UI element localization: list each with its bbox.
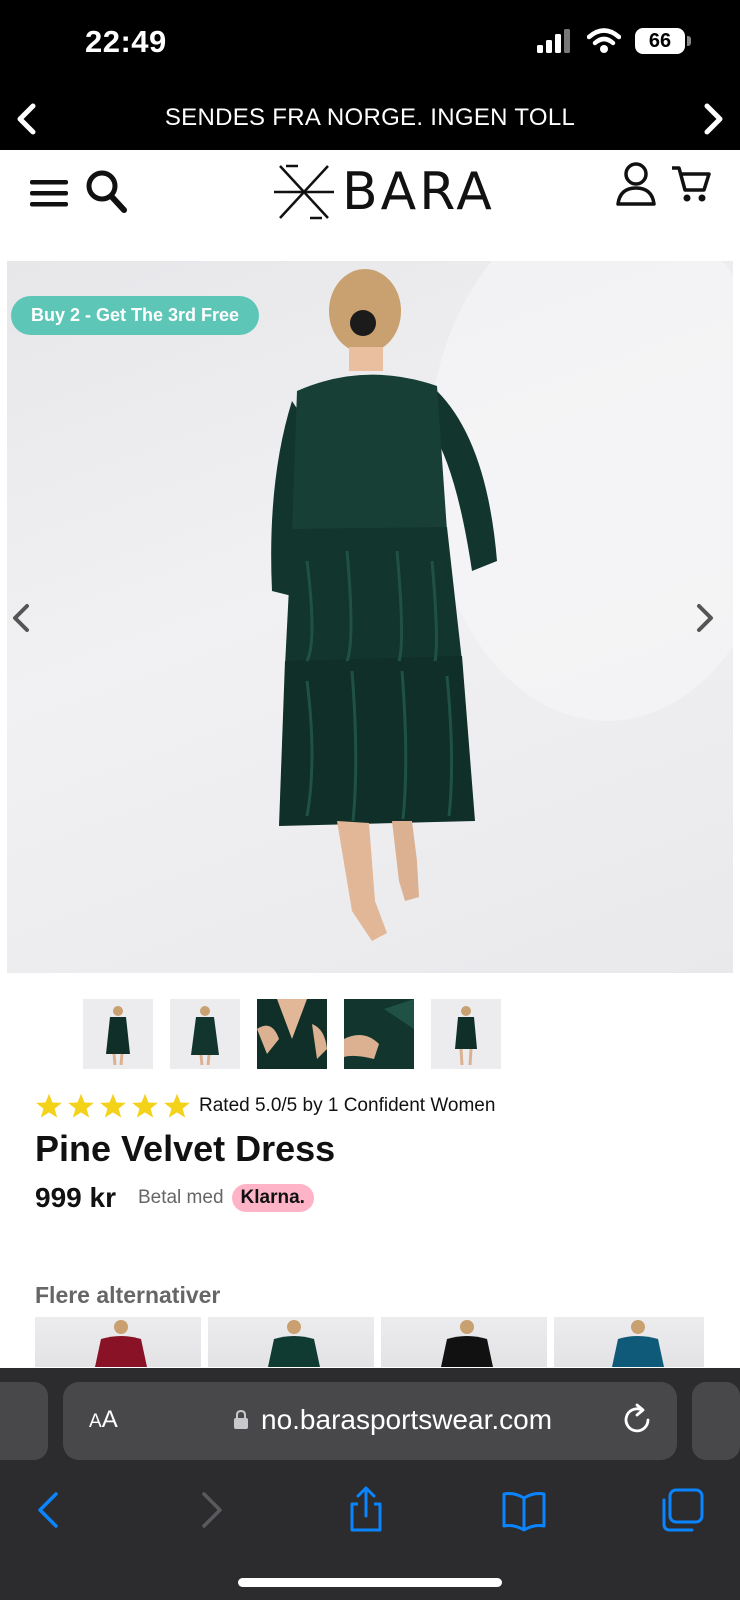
thumbnail-strip — [83, 999, 501, 1069]
product-price: 999 kr — [35, 1182, 116, 1213]
site-header: BARA — [0, 150, 740, 260]
previous-tab-peek[interactable] — [0, 1382, 48, 1460]
alternative-item[interactable] — [35, 1317, 201, 1367]
cellular-signal-icon — [537, 29, 570, 53]
thumbnail-3[interactable] — [257, 999, 327, 1069]
cart-icon[interactable] — [670, 164, 712, 206]
search-icon[interactable] — [84, 168, 128, 214]
next-tab-peek[interactable] — [692, 1382, 740, 1460]
status-bar: 22:49 66 — [0, 0, 740, 88]
battery-icon: 66 — [635, 28, 691, 54]
reader-settings-button[interactable]: AAAA — [89, 1406, 118, 1434]
account-icon[interactable] — [614, 160, 658, 210]
thumbnail-5[interactable] — [431, 999, 501, 1069]
thumbnail-2[interactable] — [170, 999, 240, 1069]
forward-icon[interactable] — [188, 1486, 232, 1534]
star-icon — [100, 1093, 126, 1118]
bara-logo-mark-icon — [274, 164, 334, 220]
thumbnail-4[interactable] — [344, 999, 414, 1069]
alternatives-title: Flere alternativer — [35, 1282, 221, 1308]
star-icon — [36, 1093, 62, 1118]
tabs-icon[interactable] — [658, 1486, 706, 1534]
menu-icon[interactable] — [28, 176, 70, 210]
browser-chrome: AAAA no.barasportswear.com — [0, 1368, 740, 1600]
star-icon — [132, 1093, 158, 1118]
browser-toolbar — [0, 1478, 740, 1548]
carousel-prev-icon[interactable] — [7, 598, 37, 638]
rating-text: Rated 5.0/5 by 1 Confident Women — [199, 1095, 496, 1116]
pay-with-label: Betal med — [137, 1187, 224, 1208]
url-text: no.barasportswear.com — [261, 1404, 553, 1435]
share-icon[interactable] — [344, 1486, 388, 1534]
bookmarks-icon[interactable] — [500, 1486, 548, 1534]
back-icon[interactable] — [28, 1486, 72, 1534]
brand-name: BARA — [342, 162, 495, 222]
alternative-item[interactable] — [208, 1317, 374, 1367]
product-image[interactable]: Buy 2 - Get The 3rd Free — [7, 261, 733, 973]
product-photo-illustration — [271, 261, 733, 941]
chevron-right-icon[interactable] — [698, 102, 728, 136]
home-indicator — [238, 1578, 502, 1587]
promo-badge: Buy 2 - Get The 3rd Free — [11, 296, 260, 335]
battery-level: 66 — [648, 29, 672, 52]
product-title: Pine Velvet Dress — [35, 1128, 336, 1169]
klarna-badge[interactable]: Klarna. — [231, 1184, 314, 1212]
reload-icon[interactable] — [621, 1402, 655, 1438]
alternative-item[interactable] — [381, 1317, 547, 1367]
thumbnail-1[interactable] — [83, 999, 153, 1069]
address-bar[interactable]: AAAA no.barasportswear.com — [63, 1382, 677, 1460]
status-icons: 66 — [537, 28, 691, 54]
product-rating[interactable]: Rated 5.0/5 by 1 Confident Women — [35, 1092, 495, 1120]
star-icon — [164, 1093, 190, 1118]
url-display[interactable]: no.barasportswear.com — [233, 1404, 552, 1436]
price-row: 999 kr Betal med Klarna. — [35, 1182, 314, 1214]
wifi-icon — [587, 28, 621, 53]
status-time: 22:49 — [85, 24, 167, 59]
announcement-bar: SENDES FRA NORGE. INGEN TOLL — [0, 88, 740, 150]
announcement-text: SENDES FRA NORGE. INGEN TOLL — [164, 104, 576, 131]
carousel-next-icon[interactable] — [689, 598, 719, 638]
star-icon — [68, 1093, 94, 1118]
lock-icon — [234, 1410, 248, 1429]
alternative-item[interactable] — [554, 1317, 704, 1367]
alternatives-list — [35, 1317, 704, 1367]
brand-logo[interactable]: BARA — [272, 162, 495, 222]
